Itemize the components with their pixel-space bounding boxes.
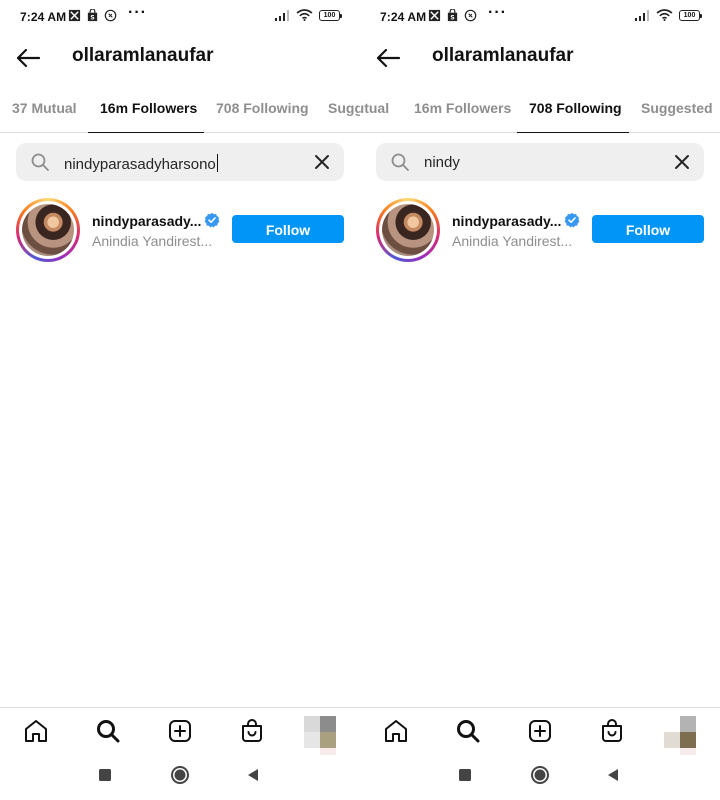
verified-badge-icon: [204, 212, 220, 228]
profile-pixel: [304, 732, 320, 748]
notification-icon: [68, 9, 81, 22]
new-post-icon[interactable]: [527, 718, 553, 744]
screen-following: 7:24 AM S ··· 100 ollaramlanaufar Mutual…: [360, 0, 720, 800]
clear-icon[interactable]: [312, 152, 332, 172]
tab-following[interactable]: 708 Following: [216, 100, 309, 116]
text-cursor: [216, 154, 218, 172]
avatar-ring-gap: [379, 201, 437, 259]
screen-followers: 7:24 AM S ··· 100 ollaramlanaufar 37 Mut…: [0, 0, 360, 800]
recents-square-icon[interactable]: [458, 768, 472, 782]
whatsapp-icon: [464, 9, 477, 22]
avatar-ring-gap: [19, 201, 77, 259]
profile-pixel: [680, 732, 696, 748]
page-title: ollaramlanaufar: [72, 45, 214, 66]
search-field[interactable]: nindy: [376, 143, 704, 181]
active-tab-indicator: [88, 131, 204, 133]
status-time: 7:24 AM: [20, 10, 67, 24]
wifi-icon: [656, 9, 673, 21]
avatar-photo: [382, 204, 434, 256]
tab-mutual[interactable]: 37 Mutual: [12, 100, 77, 116]
avatar[interactable]: [16, 198, 80, 262]
signal-icon: [275, 9, 289, 21]
more-notifications-icon: ···: [488, 4, 507, 21]
screens-container: 7:24 AM S ··· 100 ollaramlanaufar 37 Mut…: [0, 0, 720, 800]
status-bar: 7:24 AM S ··· 100: [0, 0, 360, 34]
result-fullname: Anindia Yandirest...: [452, 233, 573, 249]
profile-pixel: [320, 716, 336, 732]
result-username[interactable]: nindyparasady...: [92, 213, 201, 229]
home-icon[interactable]: [23, 718, 49, 744]
more-notifications-icon: ···: [128, 4, 147, 21]
result-fullname: Anindia Yandirest...: [92, 233, 213, 249]
home-circle-icon[interactable]: [530, 765, 550, 785]
back-triangle-icon[interactable]: [246, 768, 260, 782]
tab-followers[interactable]: 16m Followers: [414, 100, 511, 116]
status-system-icons: 100: [274, 9, 342, 21]
whatsapp-icon: [104, 9, 117, 22]
profile-avatar[interactable]: [664, 716, 696, 760]
tab-bar: Mutual 16m Followers 708 Following Sugge…: [360, 88, 720, 133]
profile-pixel: [680, 716, 696, 732]
search-input[interactable]: nindyparasadyharsono: [64, 154, 218, 173]
search-field[interactable]: nindyparasadyharsono: [16, 143, 344, 181]
svg-text:S: S: [90, 15, 94, 22]
tab-bar: 37 Mutual 16m Followers 708 Following Su…: [0, 88, 360, 133]
home-circle-icon[interactable]: [170, 765, 190, 785]
system-nav-bar: [360, 755, 720, 800]
search-icon[interactable]: [95, 718, 121, 744]
svg-text:S: S: [450, 15, 454, 22]
profile-pixel: [320, 732, 336, 748]
search-icon[interactable]: [455, 718, 481, 744]
tab-mutual[interactable]: Mutual: [360, 100, 389, 116]
verified-badge-icon: [564, 212, 580, 228]
status-notification-icons: S: [428, 9, 477, 22]
signal-icon: [635, 9, 649, 21]
profile-pixel: [664, 732, 680, 748]
wifi-icon: [296, 9, 313, 21]
avatar[interactable]: [376, 198, 440, 262]
bottom-nav: [360, 707, 720, 758]
result-username[interactable]: nindyparasady...: [452, 213, 561, 229]
profile-header: ollaramlanaufar: [360, 40, 720, 76]
profile-pixel: [304, 716, 320, 732]
follow-button[interactable]: Follow: [592, 215, 704, 243]
back-triangle-icon[interactable]: [606, 768, 620, 782]
system-nav-bar: [0, 755, 360, 800]
status-notification-icons: S: [68, 9, 117, 22]
status-system-icons: 100: [634, 9, 702, 21]
bottom-nav: [0, 707, 360, 758]
search-input-value: nindyparasadyharsono: [64, 156, 216, 173]
search-icon: [31, 153, 49, 171]
search-input[interactable]: nindy: [424, 154, 460, 171]
list-item[interactable]: nindyparasady... Anindia Yandirest... Fo…: [0, 196, 360, 262]
profile-avatar[interactable]: [304, 716, 336, 760]
battery-icon: 100: [679, 9, 702, 21]
tab-following[interactable]: 708 Following: [529, 100, 622, 116]
bag-notification-icon: S: [87, 9, 98, 22]
active-tab-indicator: [517, 131, 629, 133]
recents-square-icon[interactable]: [98, 768, 112, 782]
shop-icon[interactable]: [239, 718, 265, 744]
list-item[interactable]: nindyparasady... Anindia Yandirest... Fo…: [360, 196, 720, 262]
battery-icon: 100: [319, 9, 342, 21]
back-arrow-icon[interactable]: [14, 44, 42, 72]
notification-icon: [428, 9, 441, 22]
profile-header: ollaramlanaufar: [0, 40, 360, 76]
home-icon[interactable]: [383, 718, 409, 744]
clear-icon[interactable]: [672, 152, 692, 172]
status-time: 7:24 AM: [380, 10, 427, 24]
search-icon: [391, 153, 409, 171]
follow-button[interactable]: Follow: [232, 215, 344, 243]
bag-notification-icon: S: [447, 9, 458, 22]
back-arrow-icon[interactable]: [374, 44, 402, 72]
shop-icon[interactable]: [599, 718, 625, 744]
tab-suggested[interactable]: Suggested: [328, 100, 360, 116]
tab-followers[interactable]: 16m Followers: [100, 100, 197, 116]
status-bar: 7:24 AM S ··· 100: [360, 0, 720, 34]
new-post-icon[interactable]: [167, 718, 193, 744]
avatar-photo: [22, 204, 74, 256]
tab-suggested[interactable]: Suggested: [641, 100, 713, 116]
page-title: ollaramlanaufar: [432, 45, 574, 66]
